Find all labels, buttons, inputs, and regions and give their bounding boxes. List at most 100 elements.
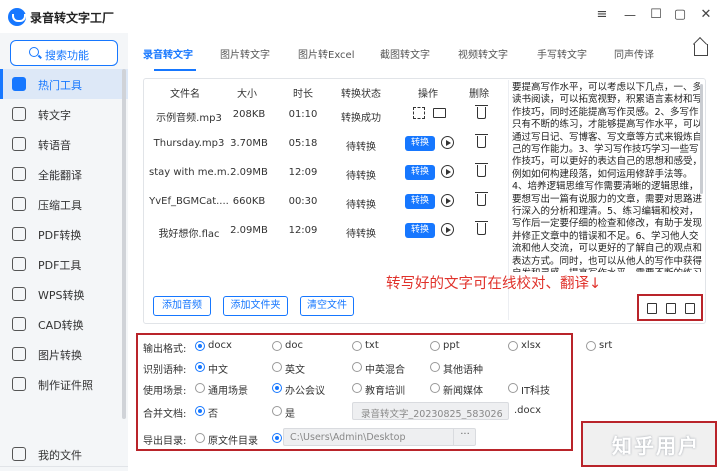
format-doc-radio[interactable]: [272, 341, 282, 351]
lang-english-label: 英文: [285, 365, 305, 376]
scene-general-radio[interactable]: [195, 383, 205, 393]
menu-icon[interactable]: ≡: [594, 7, 610, 23]
trash-icon[interactable]: [475, 163, 488, 177]
scene-media-radio[interactable]: [430, 383, 440, 393]
sidebar-item-8[interactable]: CAD转换: [0, 309, 128, 339]
sidebar-item-9[interactable]: 图片转换: [0, 339, 128, 369]
sidebar-item-1[interactable]: 转文字: [0, 99, 128, 129]
sidebar-item-2[interactable]: 转语音: [0, 129, 128, 159]
export-source-dir-label: 原文件目录: [208, 436, 258, 447]
format-txt-radio[interactable]: [352, 341, 362, 351]
export-source-dir-radio[interactable]: [195, 433, 205, 443]
tab-simultaneous-interpretation[interactable]: 同声传译: [614, 46, 654, 61]
table-row[interactable]: 我好想你.flac 2.09MB 12:09 待转换 转换: [143, 218, 501, 244]
transcript-text[interactable]: 要提高写作水平，可以考虑以下几点，一、多读书阅读，可以拓宽视野，积累语言素材和写…: [512, 82, 702, 272]
open-folder-icon[interactable]: [433, 108, 446, 118]
tab-handwriting-to-text[interactable]: 手写转文字: [537, 46, 587, 61]
convert-button[interactable]: 转换: [405, 165, 435, 180]
tab-audio-to-text[interactable]: 录音转文字: [143, 46, 193, 61]
sidebar-item-7[interactable]: WPS转换: [0, 279, 128, 309]
scene-it-label: IT科技: [521, 386, 551, 397]
add-folder-button[interactable]: 添加文件夹: [223, 296, 288, 316]
format-ppt-radio[interactable]: [430, 341, 440, 351]
convert-button[interactable]: 转换: [405, 136, 435, 151]
merged-filename-input[interactable]: 录音转文字_20230825_583026: [352, 402, 509, 420]
sidebar-scrollbar[interactable]: [122, 69, 126, 419]
trash-icon[interactable]: [475, 105, 488, 119]
browse-folder-button[interactable]: ···: [453, 428, 476, 446]
merge-no-radio[interactable]: [195, 406, 205, 416]
format-docx-label: docx: [208, 340, 232, 351]
home-icon[interactable]: [694, 44, 708, 56]
search-button[interactable]: 搜索功能: [10, 40, 118, 66]
sidebar-item-label: 全能翻译: [38, 169, 82, 182]
sidebar-item-label: PDF转换: [38, 229, 82, 242]
annotation-callout: 转写好的文字可在线校对、翻译↓: [386, 276, 602, 292]
convert-button[interactable]: 转换: [405, 223, 435, 238]
lang-other-radio[interactable]: [430, 362, 440, 372]
merge-yes-label: 是: [285, 409, 295, 420]
table-row[interactable]: 示例音频.mp3 208KB 01:10 转换成功: [143, 102, 501, 128]
format-docx-radio[interactable]: [195, 341, 205, 351]
close-icon[interactable]: ✕: [698, 7, 714, 23]
export-custom-dir-radio[interactable]: [272, 433, 282, 443]
play-icon[interactable]: [441, 194, 454, 207]
table-row[interactable]: Thursday.mp3 3.70MB 05:18 待转换 转换: [143, 131, 501, 157]
format-xlsx-radio[interactable]: [508, 341, 518, 351]
lang-english-radio[interactable]: [272, 362, 282, 372]
export-icon[interactable]: [666, 303, 676, 314]
tab-image-to-excel[interactable]: 图片转Excel: [298, 46, 355, 61]
merge-yes-radio[interactable]: [272, 406, 282, 416]
lang-chinese-radio[interactable]: [195, 362, 205, 372]
file-duration-cell: 00:30: [288, 196, 318, 207]
column-header-filename: 文件名: [170, 89, 200, 100]
play-icon[interactable]: [441, 165, 454, 178]
convert-button[interactable]: 转换: [405, 194, 435, 209]
search-label: 搜索功能: [45, 49, 89, 62]
sidebar-item-5[interactable]: PDF转换: [0, 219, 128, 249]
play-icon[interactable]: [441, 136, 454, 149]
file-size-cell: 2.09MB: [230, 225, 268, 236]
scene-education-radio[interactable]: [352, 383, 362, 393]
add-audio-button[interactable]: 添加音频: [153, 296, 211, 316]
file-duration-cell: 12:09: [288, 225, 318, 236]
trash-icon[interactable]: [475, 221, 488, 235]
lang-chinese-label: 中文: [208, 365, 228, 376]
tab-screenshot-to-text[interactable]: 截图转文字: [380, 46, 430, 61]
maximize-icon[interactable]: ☐: [648, 7, 664, 23]
sidebar-item-label: 压缩工具: [38, 199, 82, 212]
sidebar-item-4[interactable]: 压缩工具: [0, 189, 128, 219]
trash-icon[interactable]: [475, 134, 488, 148]
transcript-scrollbar[interactable]: [700, 84, 703, 194]
table-row[interactable]: YvEf_BGMCat.... 660KB 00:30 待转换 转换: [143, 189, 501, 215]
format-srt-label: srt: [599, 340, 613, 351]
sidebar-item-6[interactable]: PDF工具: [0, 249, 128, 279]
tab-image-to-text[interactable]: 图片转文字: [220, 46, 270, 61]
preview-icon[interactable]: [413, 107, 425, 119]
table-row[interactable]: stay with me.m... 2.09MB 12:09 待转换 转换: [143, 160, 501, 186]
trash-icon[interactable]: [475, 192, 488, 206]
my-files-item[interactable]: 我的文件: [0, 439, 128, 469]
clear-list-button[interactable]: 清空文件: [300, 296, 354, 316]
file-status-cell: 待转换: [346, 171, 376, 182]
format-srt-radio[interactable]: [586, 341, 596, 351]
play-icon[interactable]: [441, 223, 454, 236]
export-path-input[interactable]: C:\Users\Admin\Desktop: [283, 428, 476, 446]
sidebar-item-label: CAD转换: [38, 319, 84, 332]
sidebar-item-3[interactable]: 全能翻译: [0, 159, 128, 189]
file-name-cell: YvEf_BGMCat....: [149, 196, 229, 207]
scene-meeting-radio[interactable]: [272, 383, 282, 393]
lang-mixed-radio[interactable]: [352, 362, 362, 372]
language-label: 识别语种:: [143, 365, 187, 376]
edit-icon[interactable]: [647, 303, 657, 314]
image-convert-icon: [12, 347, 26, 361]
minimize-icon[interactable]: —: [622, 7, 638, 23]
scene-it-radio[interactable]: [508, 383, 518, 393]
merged-extension-label: .docx: [514, 405, 542, 416]
restore-icon[interactable]: ▢: [672, 7, 688, 23]
tab-video-to-text[interactable]: 视频转文字: [458, 46, 508, 61]
copy-icon[interactable]: [685, 303, 695, 314]
sidebar-item-10[interactable]: 制作证件照: [0, 369, 128, 399]
sidebar-item-0[interactable]: 热门工具: [0, 69, 128, 99]
table-header: 文件名 大小 时长 转换状态 操作 删除: [143, 80, 501, 102]
